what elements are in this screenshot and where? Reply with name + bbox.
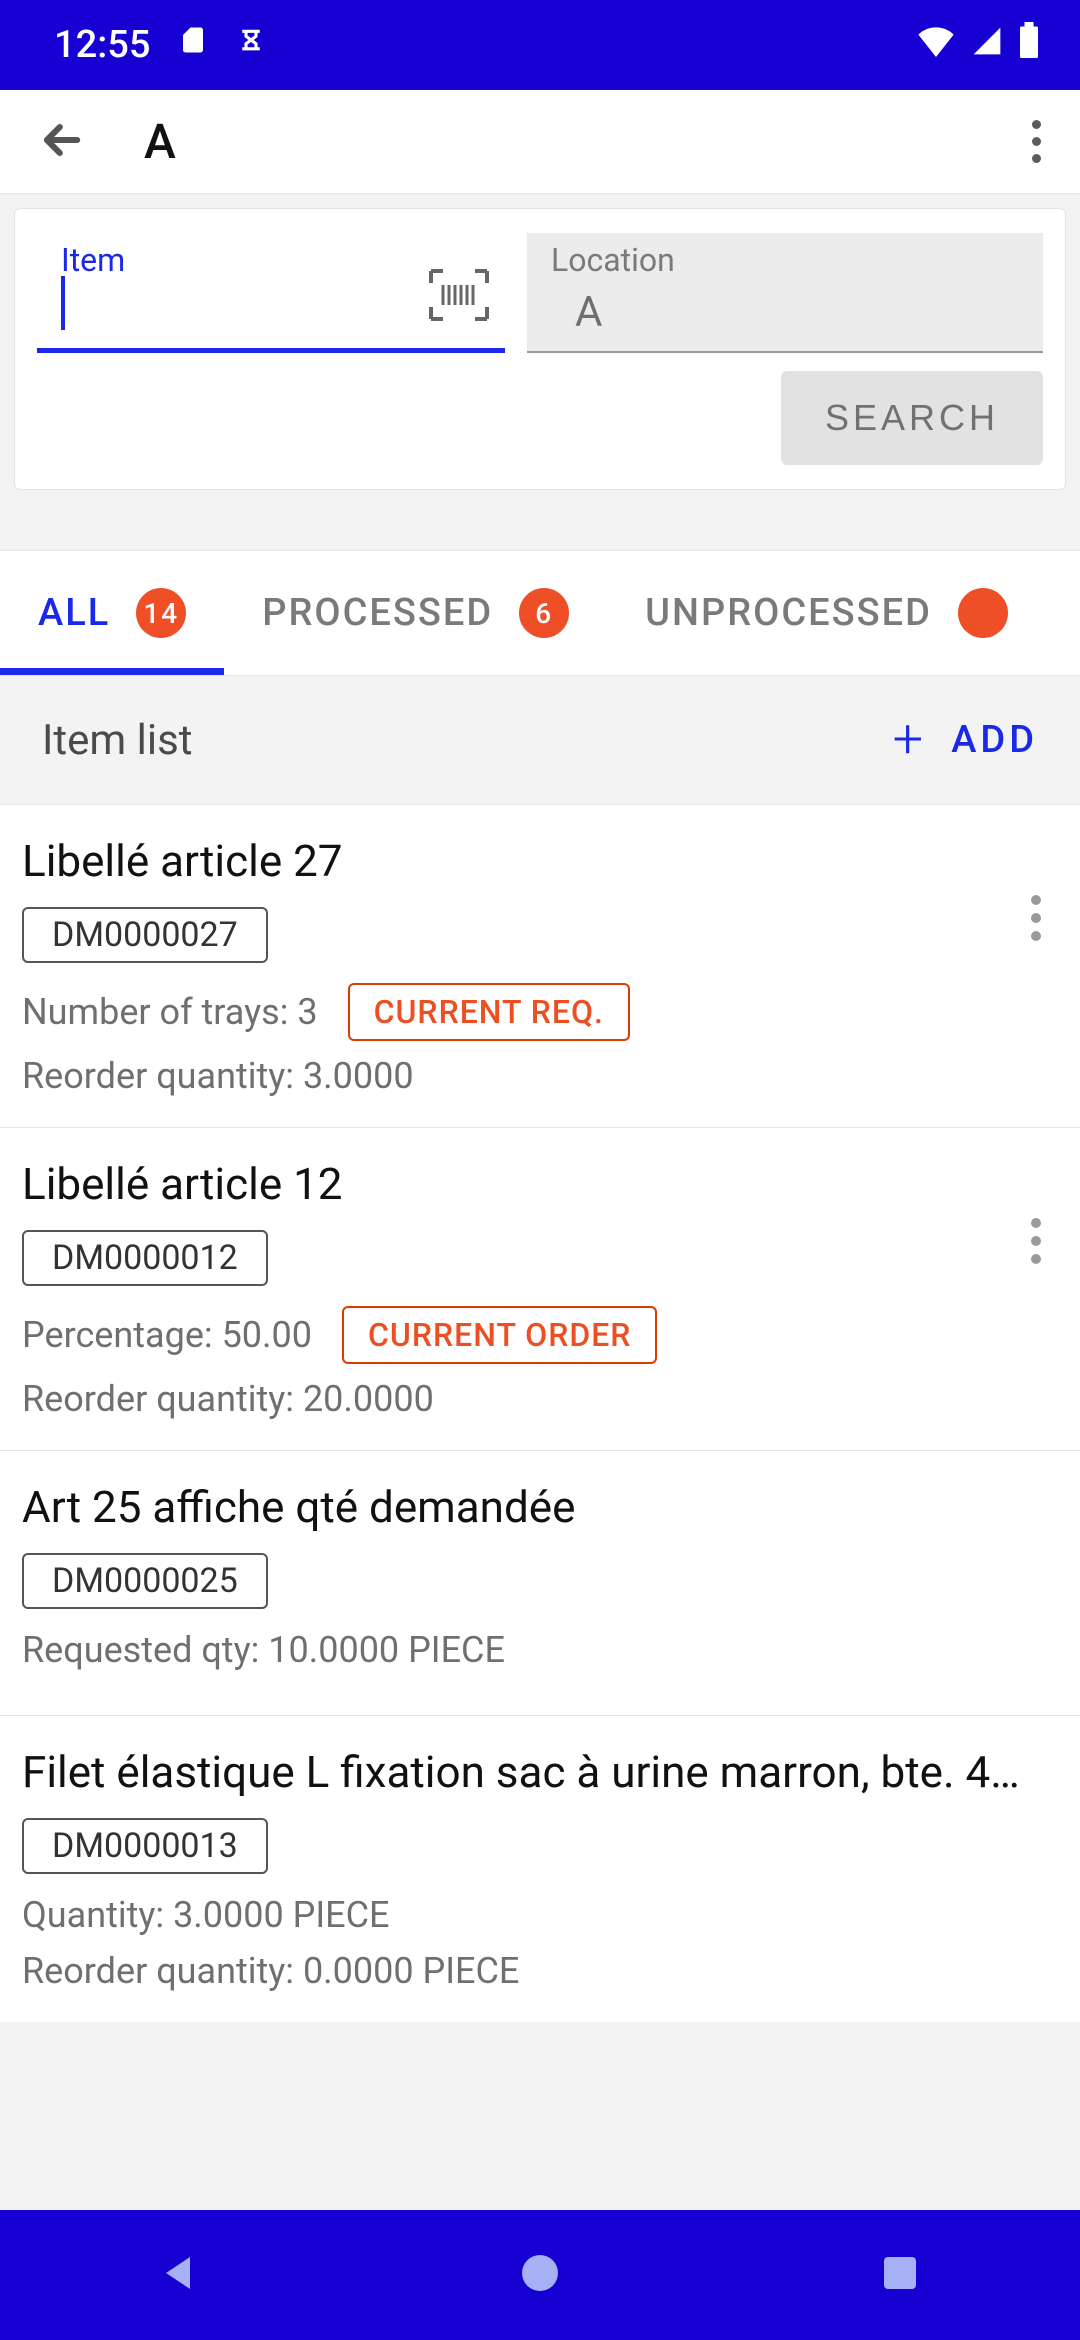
tab-processed-badge: 6 — [519, 588, 569, 638]
app-bar: A — [0, 90, 1080, 194]
status-chip: CURRENT ORDER — [342, 1306, 657, 1364]
list-title: Item list — [42, 716, 193, 765]
list-item[interactable]: Filet élastique L fixation sac à urine m… — [0, 1715, 1080, 2022]
status-bar: 12:55 — [0, 0, 1080, 90]
system-nav-bar — [0, 2210, 1080, 2340]
list-item[interactable]: Libellé article 12 DM0000012 Percentage:… — [0, 1127, 1080, 1450]
item-code: DM0000013 — [22, 1818, 268, 1874]
item-meta: Reorder quantity: 20.0000 — [22, 1378, 1014, 1420]
tab-unprocessed[interactable]: UNPROCESSED — [607, 551, 986, 675]
item-meta: Reorder quantity: 3.0000 — [22, 1055, 1014, 1097]
status-right — [916, 22, 1040, 68]
item-title: Libellé article 12 — [22, 1158, 1014, 1210]
overflow-menu-icon[interactable] — [1014, 120, 1058, 164]
item-overflow-icon[interactable] — [1014, 1158, 1058, 1264]
item-code: DM0000027 — [22, 907, 268, 963]
add-button[interactable]: + ADD — [893, 713, 1038, 767]
status-chip: CURRENT REQ. — [348, 983, 630, 1041]
tab-all-badge: 14 — [136, 588, 186, 638]
item-list: Libellé article 27 DM0000027 Number of t… — [0, 804, 1080, 2022]
search-card: Item Location A — [14, 208, 1066, 490]
wifi-icon — [916, 23, 956, 67]
item-meta: Requested qty: 10.0000 PIECE — [22, 1629, 505, 1671]
battery-icon — [1018, 22, 1040, 68]
item-title: Art 25 affiche qté demandée — [22, 1481, 1058, 1533]
search-button[interactable]: SEARCH — [781, 371, 1043, 465]
tab-unprocessed-label: UNPROCESSED — [645, 591, 932, 635]
sd-card-icon — [178, 23, 208, 67]
item-title: Filet élastique L fixation sac à urine m… — [22, 1746, 1058, 1798]
nav-recent-icon[interactable] — [876, 2249, 924, 2301]
location-field-label: Location — [551, 241, 675, 279]
tab-unprocessed-badge — [958, 588, 1008, 638]
item-code: DM0000012 — [22, 1230, 268, 1286]
list-item[interactable]: Art 25 affiche qté demandée DM0000025 Re… — [0, 1450, 1080, 1715]
page-title: A — [144, 113, 1014, 170]
signal-icon — [970, 23, 1004, 67]
item-meta: Reorder quantity: 0.0000 PIECE — [22, 1950, 1058, 1992]
item-code: DM0000025 — [22, 1553, 268, 1609]
item-title: Libellé article 27 — [22, 835, 1014, 887]
location-field[interactable]: Location A — [527, 233, 1043, 353]
plus-icon: + — [893, 713, 928, 767]
tab-all[interactable]: ALL 14 — [0, 551, 224, 675]
item-meta: Quantity: 3.0000 PIECE — [22, 1894, 390, 1936]
list-header: Item list + ADD — [0, 676, 1080, 804]
add-button-label: ADD — [951, 718, 1038, 762]
sync-icon — [236, 23, 266, 67]
item-meta: Percentage: 50.00 — [22, 1314, 312, 1356]
list-item[interactable]: Libellé article 27 DM0000027 Number of t… — [0, 804, 1080, 1127]
search-panel: Item Location A — [0, 194, 1080, 504]
item-meta: Number of trays: 3 — [22, 991, 318, 1033]
tab-all-label: ALL — [38, 591, 110, 635]
nav-back-icon[interactable] — [156, 2249, 204, 2301]
tabs: ALL 14 PROCESSED 6 UNPROCESSED — [0, 550, 1080, 676]
item-field-label: Item — [61, 241, 125, 279]
status-left: 12:55 — [54, 23, 266, 67]
nav-home-icon[interactable] — [516, 2249, 564, 2301]
status-time: 12:55 — [54, 23, 150, 67]
location-field-value: A — [551, 288, 1019, 351]
item-field[interactable]: Item — [37, 233, 505, 353]
tab-processed[interactable]: PROCESSED 6 — [224, 551, 607, 675]
item-overflow-icon[interactable] — [1014, 835, 1058, 941]
tab-processed-label: PROCESSED — [262, 591, 493, 635]
back-icon[interactable] — [36, 114, 88, 170]
